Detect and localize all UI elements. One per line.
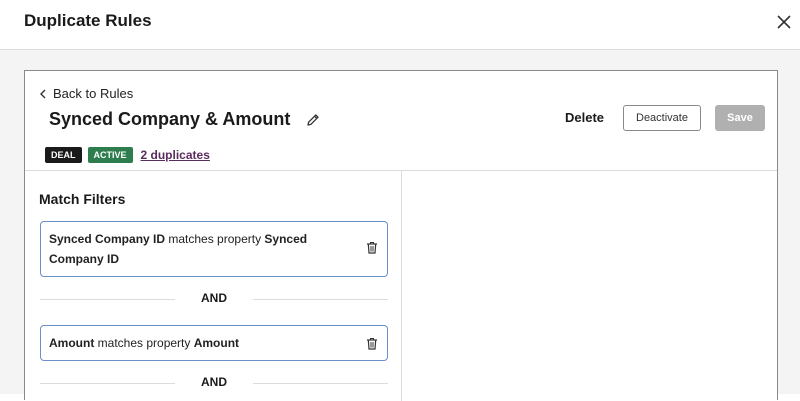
deal-badge: DEAL xyxy=(45,147,82,163)
save-button[interactable]: Save xyxy=(715,105,765,131)
match-filter-card[interactable]: Synced Company ID matches property Synce… xyxy=(40,221,388,277)
rule-title: Synced Company & Amount xyxy=(49,109,291,129)
modal-header: Duplicate Rules xyxy=(0,0,800,50)
match-filters-column: Match Filters Synced Company ID matches … xyxy=(25,171,402,401)
rule-badges: DEAL ACTIVE 2 duplicates xyxy=(45,147,210,163)
edit-title-button[interactable] xyxy=(305,112,321,128)
delete-filter-button[interactable] xyxy=(366,336,378,350)
close-button[interactable] xyxy=(774,12,794,32)
and-separator: AND xyxy=(40,291,388,307)
filter-operator: matches property xyxy=(165,232,265,246)
match-filter-card[interactable]: Amount matches property Amount xyxy=(40,325,388,361)
rule-panel: Back to Rules Synced Company & Amount De… xyxy=(24,70,778,401)
filter-target-property: Amount xyxy=(193,336,240,350)
delete-filter-button[interactable] xyxy=(366,240,378,254)
trash-icon xyxy=(367,241,377,254)
filter-property: Synced Company ID xyxy=(49,232,166,246)
trash-icon xyxy=(367,337,377,350)
chevron-left-icon xyxy=(40,89,46,98)
back-to-rules-label: Back to Rules xyxy=(53,86,134,101)
deactivate-button[interactable]: Deactivate xyxy=(623,105,701,131)
and-separator: AND xyxy=(40,375,388,391)
pencil-icon xyxy=(307,114,319,126)
filter-property: Amount xyxy=(49,336,95,350)
duplicates-link[interactable]: 2 duplicates xyxy=(141,148,210,162)
filter-operator: matches property xyxy=(94,336,194,350)
and-label: AND xyxy=(201,291,227,305)
match-filters-title: Match Filters xyxy=(39,191,126,207)
back-to-rules-link[interactable]: Back to Rules xyxy=(39,86,133,101)
close-icon xyxy=(777,15,791,29)
and-label: AND xyxy=(201,375,227,389)
rule-header: Back to Rules Synced Company & Amount De… xyxy=(25,71,777,171)
active-status-badge: ACTIVE xyxy=(87,147,133,163)
modal-body: Back to Rules Synced Company & Amount De… xyxy=(0,50,800,401)
delete-button[interactable]: Delete xyxy=(565,110,604,125)
modal-title: Duplicate Rules xyxy=(24,11,152,30)
